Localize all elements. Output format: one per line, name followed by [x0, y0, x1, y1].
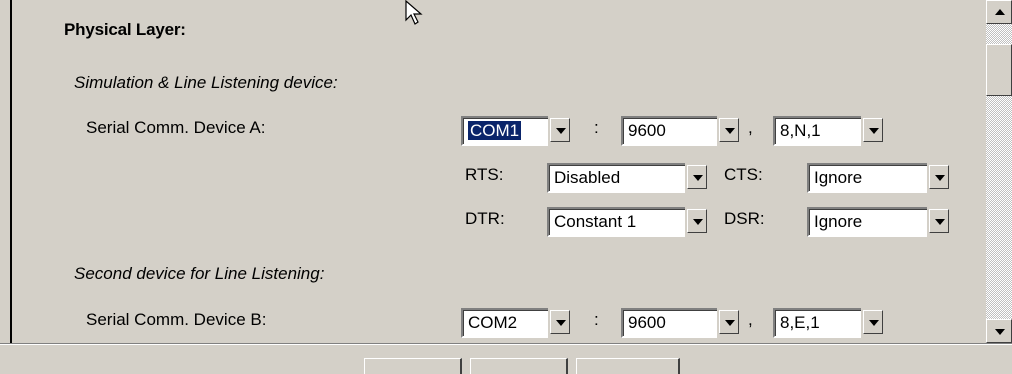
device-a-frame-value: 8,N,1 [773, 116, 861, 146]
dtr-label: DTR: [465, 209, 505, 228]
dsr-dropdown-button[interactable] [929, 209, 949, 233]
port-baud-separator-b: : [594, 310, 599, 329]
chevron-down-icon [869, 320, 879, 326]
rts-select[interactable]: Disabled [547, 163, 707, 193]
device-b-port-dropdown-button[interactable] [550, 310, 570, 334]
chevron-down-icon [869, 128, 879, 134]
cts-label: CTS: [724, 165, 763, 184]
device-a-frame-select[interactable]: 8,N,1 [773, 116, 883, 146]
device-a-frame-dropdown-button[interactable] [863, 118, 883, 142]
dtr-select[interactable]: Constant 1 [547, 207, 707, 237]
device-a-port-dropdown-button[interactable] [550, 118, 570, 142]
device-b-baud-dropdown-button[interactable] [719, 310, 739, 334]
scroll-up-button[interactable] [986, 0, 1012, 24]
vertical-scrollbar[interactable] [986, 0, 1012, 343]
dtr-value: Constant 1 [547, 207, 685, 237]
device-b-frame-value: 8,E,1 [773, 308, 861, 338]
chevron-down-icon [693, 175, 703, 181]
device-a-baud-value: 9600 [621, 116, 717, 146]
device-a-baud-dropdown-button[interactable] [719, 118, 739, 142]
device-b-baud-value: 9600 [621, 308, 717, 338]
port-baud-separator: : [594, 118, 599, 137]
cts-select[interactable]: Ignore [807, 163, 949, 193]
device-a-label: Serial Comm. Device A: [86, 118, 266, 137]
chevron-down-icon [725, 128, 735, 134]
dialog-button-2[interactable] [470, 358, 568, 374]
chevron-down-icon [725, 320, 735, 326]
arrow-down-icon [995, 329, 1005, 335]
simulation-heading: Simulation & Line Listening device: [74, 73, 338, 92]
chevron-down-icon [935, 175, 945, 181]
bottom-divider-highlight [0, 344, 1012, 345]
arrow-up-icon [995, 9, 1005, 15]
second-device-heading: Second device for Line Listening: [74, 264, 325, 283]
dsr-label: DSR: [724, 209, 765, 228]
chevron-down-icon [935, 219, 945, 225]
rts-label: RTS: [465, 165, 504, 184]
cts-value: Ignore [807, 163, 927, 193]
scroll-thumb[interactable] [986, 44, 1012, 96]
device-a-port-value: COM1 [466, 120, 523, 141]
dsr-value: Ignore [807, 207, 927, 237]
device-b-baud-select[interactable]: 9600 [621, 308, 739, 338]
scroll-down-button[interactable] [986, 319, 1012, 343]
device-b-frame-select[interactable]: 8,E,1 [773, 308, 883, 338]
chevron-down-icon [556, 128, 566, 134]
dtr-dropdown-button[interactable] [687, 209, 707, 233]
section-title: Physical Layer: [64, 20, 186, 39]
device-b-frame-dropdown-button[interactable] [863, 310, 883, 334]
chevron-down-icon [556, 320, 566, 326]
rts-value: Disabled [547, 163, 685, 193]
dsr-select[interactable]: Ignore [807, 207, 949, 237]
device-b-port-value: COM2 [461, 308, 548, 338]
device-b-port-select[interactable]: COM2 [461, 308, 570, 338]
cts-dropdown-button[interactable] [929, 165, 949, 189]
mouse-cursor-icon [405, 0, 423, 25]
dialog-button-1[interactable] [364, 358, 462, 374]
rts-dropdown-button[interactable] [687, 165, 707, 189]
baud-frame-separator-b: , [748, 310, 753, 329]
dialog-button-3[interactable] [576, 358, 680, 374]
device-b-label: Serial Comm. Device B: [86, 310, 267, 329]
baud-frame-separator: , [748, 118, 753, 137]
device-a-port-select[interactable]: COM1 [461, 116, 570, 146]
device-a-baud-select[interactable]: 9600 [621, 116, 739, 146]
chevron-down-icon [693, 219, 703, 225]
